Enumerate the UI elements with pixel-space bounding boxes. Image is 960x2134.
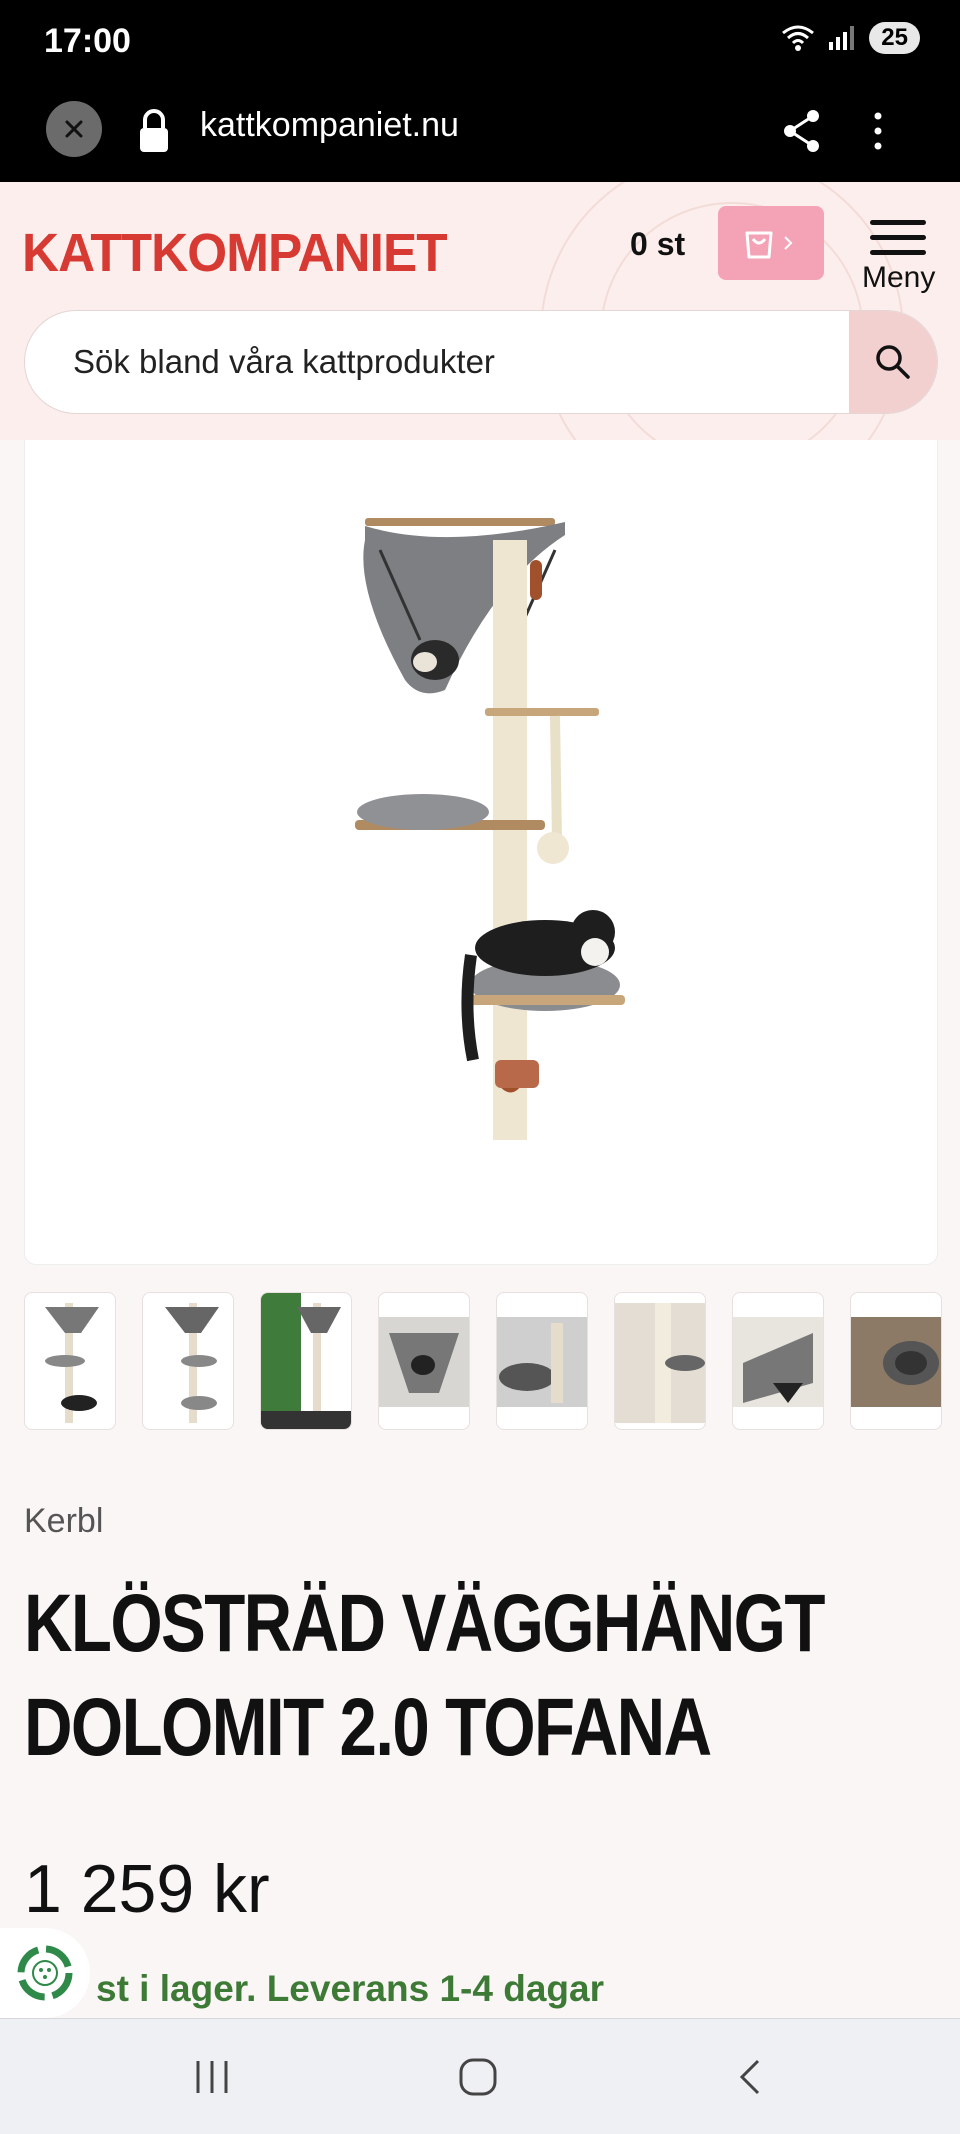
product-title-line-2: DOLOMIT 2.0 TOFANA: [24, 1682, 712, 1773]
status-time: 17:00: [44, 22, 131, 60]
thumbnail-2[interactable]: [142, 1292, 234, 1430]
wifi-icon: [782, 25, 815, 51]
url-text[interactable]: kattkompaniet.nu: [200, 106, 459, 145]
thumbnail-5[interactable]: [496, 1292, 588, 1430]
thumbnail-image: [615, 1303, 705, 1423]
product-brand[interactable]: Kerbl: [24, 1502, 103, 1541]
status-bar: 17:00 25: [0, 0, 960, 86]
search-icon: [876, 345, 910, 379]
thumbnail-7[interactable]: [732, 1292, 824, 1430]
product-image[interactable]: [24, 440, 938, 1265]
home-icon: [459, 2058, 497, 2096]
more-options-icon[interactable]: [870, 106, 886, 160]
thumbnail-image: [851, 1317, 941, 1407]
thumbnail-1[interactable]: [24, 1292, 116, 1430]
close-icon: [65, 120, 83, 138]
back-button[interactable]: [730, 2055, 774, 2103]
signal-icon: [829, 26, 855, 50]
lock-icon[interactable]: [136, 106, 172, 160]
site-header: KATTKOMPANIET 0 st Meny Sök bland våra k…: [0, 182, 960, 440]
thumbnail-image: [497, 1317, 587, 1407]
thumbnail-8[interactable]: [850, 1292, 942, 1430]
shopping-bag-icon: [745, 231, 793, 259]
product-price: 1 259 kr: [24, 1851, 270, 1927]
product-title: KLÖSTRÄD VÄGGHÄNGT DOLOMIT 2.0 TOFANA: [24, 1572, 828, 1780]
back-icon: [739, 2059, 760, 2095]
cart-count: 0 st: [630, 226, 686, 262]
thumbnail-image: [261, 1293, 351, 1429]
menu-label: Meny: [862, 261, 936, 294]
cat-tree-image: [355, 518, 625, 1140]
thumbnail-3[interactable]: [260, 1292, 352, 1430]
thumbnail-image: [379, 1317, 469, 1407]
thumbnail-4[interactable]: [378, 1292, 470, 1430]
battery-badge: 25: [869, 22, 920, 54]
recent-apps-icon: [196, 2061, 228, 2093]
thumbnail-6[interactable]: [614, 1292, 706, 1430]
home-button[interactable]: [456, 2055, 500, 2103]
status-icons: 25: [781, 22, 920, 54]
system-nav-bar: [0, 2018, 960, 2134]
thumbnail-strip: [24, 1292, 960, 1430]
browser-url-bar: kattkompaniet.nu: [0, 86, 960, 182]
product-title-line-1: KLÖSTRÄD VÄGGHÄNGT: [24, 1578, 825, 1669]
thumbnail-image: [45, 1303, 99, 1423]
menu-button[interactable]: Meny: [862, 220, 936, 295]
recent-apps-button[interactable]: [190, 2055, 234, 2103]
search-button[interactable]: [849, 311, 937, 413]
share-icon[interactable]: [780, 106, 824, 160]
thumbnail-image: [733, 1317, 823, 1407]
search-input[interactable]: Sök bland våra kattprodukter: [73, 311, 495, 413]
eco-badge[interactable]: [0, 1928, 90, 2018]
stock-status: st i lager. Leverans 1-4 dagar: [96, 1968, 604, 2009]
site-logo[interactable]: KATTKOMPANIET: [22, 222, 448, 284]
cart-button[interactable]: [718, 206, 824, 280]
search-box[interactable]: Sök bland våra kattprodukter: [24, 310, 938, 414]
recycle-icon: [17, 1945, 73, 2001]
close-tab-button[interactable]: [46, 101, 102, 157]
thumbnail-image: [165, 1303, 219, 1423]
